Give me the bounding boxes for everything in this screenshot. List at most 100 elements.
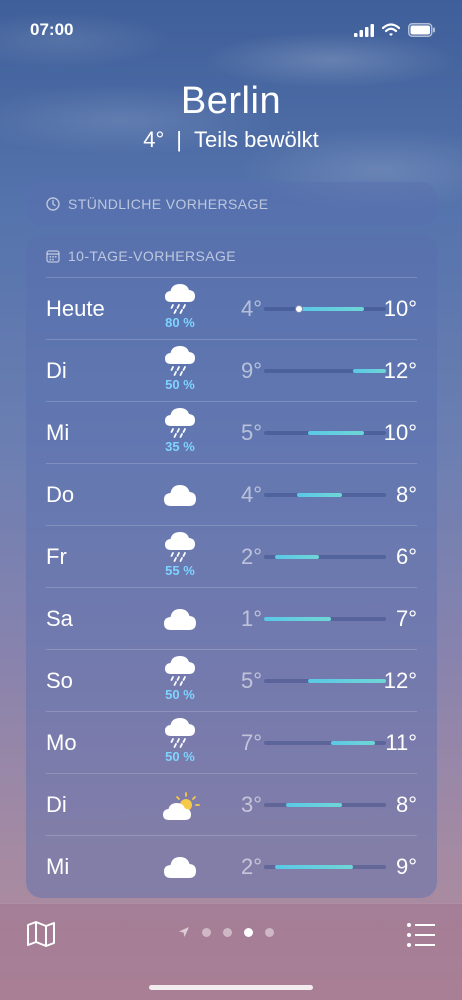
ten-day-forecast-card: 10-TAGE-VORHERSAGE Heute 80 % 4° 10° Di 50 % 9… [26, 234, 437, 898]
forecast-high: 10° [383, 296, 417, 321]
forecast-day: Heute [46, 296, 105, 321]
forecast-high: 8° [395, 482, 417, 507]
page-dot[interactable] [223, 927, 232, 937]
page-dot[interactable] [244, 927, 253, 937]
forecast-icon-cell [156, 464, 204, 526]
status-bar: 07:00 [0, 0, 462, 60]
forecast-list: Heute 80 % 4° 10° Di 50 % 9° 12° Mi 35 % 5° 10° Do 4°… [46, 278, 417, 898]
current-condition: Teils bewölkt [194, 127, 319, 152]
temperature-range-fill [275, 865, 353, 869]
forecast-icon-cell: 50 % [156, 340, 204, 402]
temperature-range-fill [330, 741, 375, 745]
forecast-icon-cell [156, 774, 204, 836]
status-icons [354, 23, 436, 37]
temperature-range-bar [264, 803, 386, 807]
forecast-day: Di [46, 358, 67, 383]
precipitation-chance: 50 % [165, 687, 195, 702]
cellular-signal-icon [354, 23, 374, 37]
page-indicator[interactable] [178, 926, 274, 938]
forecast-day: Mi [46, 420, 70, 445]
temperature-range-fill [308, 679, 386, 683]
temperature-range-fill [308, 431, 364, 435]
forecast-high: 8° [395, 792, 417, 817]
forecast-high: 10° [383, 420, 417, 445]
precipitation-chance: 50 % [165, 377, 195, 392]
battery-icon [408, 23, 435, 37]
forecast-day: Di [46, 792, 67, 817]
forecast-low: 5° [240, 668, 262, 693]
city-name: Berlin [180, 80, 282, 122]
forecast-low: 3° [240, 792, 262, 817]
forecast-icon-cell: 55 % [156, 526, 204, 588]
forecast-row[interactable]: Mi 35 % 5° 10° [46, 402, 417, 464]
forecast-row[interactable]: So 50 % 5° 12° [46, 650, 417, 712]
forecast-row[interactable]: Mi 2° 9° [46, 836, 417, 898]
forecast-low: 9° [240, 358, 262, 383]
forecast-low: 5° [240, 420, 262, 445]
list-icon[interactable] [406, 922, 436, 948]
temperature-range-fill [275, 555, 320, 559]
forecast-row[interactable]: Mo 50 % 7° 11° [46, 712, 417, 774]
forecast-day: Mi [46, 854, 70, 879]
forecast-low: 4° [240, 296, 262, 321]
forecast-row[interactable]: Fr 55 % 2° 6° [46, 526, 417, 588]
forecast-day: Fr [46, 544, 67, 569]
precipitation-chance: 35 % [165, 439, 195, 454]
forecast-row[interactable]: Sa 1° 7° [46, 588, 417, 650]
temperature-range-bar [264, 555, 386, 559]
temperature-range-fill [297, 493, 342, 497]
forecast-low: 1° [240, 606, 262, 631]
forecast-low: 4° [240, 482, 262, 507]
forecast-icon-cell: 50 % [156, 650, 204, 712]
forecast-icon-cell [156, 836, 204, 898]
temperature-range-bar [264, 865, 386, 869]
current-temperature-dot [295, 305, 304, 313]
forecast-day: Do [46, 482, 75, 507]
forecast-row[interactable]: Heute 80 % 4° 10° [46, 278, 417, 340]
forecast-row[interactable]: Do 4° 8° [46, 464, 417, 526]
wifi-icon [382, 23, 400, 36]
forecast-row[interactable]: Di 50 % 9° 12° [46, 340, 417, 402]
forecast-day: Mo [46, 730, 77, 755]
temperature-range-fill [297, 307, 364, 311]
temperature-range-bar [264, 431, 386, 435]
page-dot[interactable] [265, 927, 274, 937]
hourly-forecast-card[interactable]: STÜNDLICHE VORHERSAGE [26, 182, 437, 226]
forecast-row[interactable]: Di 3° 8° [46, 774, 417, 836]
forecast-icon-cell [156, 588, 204, 650]
page-dot[interactable] [202, 927, 211, 937]
page-dots [202, 927, 274, 937]
forecast-high: 7° [395, 606, 417, 631]
forecast-icon-cell: 50 % [156, 712, 204, 774]
map-icon[interactable] [26, 920, 56, 948]
status-time: 07:00 [30, 20, 74, 39]
temperature-range-bar [264, 679, 386, 683]
temperature-range-fill [286, 803, 342, 807]
ten-day-forecast-header: 10-TAGE-VORHERSAGE [46, 234, 417, 278]
hourly-forecast-title: STÜNDLICHE VORHERSAGE [46, 196, 269, 212]
location-arrow-icon [179, 927, 189, 937]
temperature-range-bar [264, 369, 386, 373]
forecast-high: 11° [385, 730, 417, 755]
bottom-toolbar [0, 903, 462, 1000]
clock-icon [46, 197, 60, 211]
forecast-low: 7° [240, 730, 262, 755]
calendar-icon [46, 249, 60, 263]
temperature-range-bar [264, 617, 386, 621]
forecast-high: 6° [395, 544, 417, 569]
current-temperature: 4° [143, 127, 165, 152]
forecast-high: 12° [383, 358, 417, 383]
forecast-icon-cell: 35 % [156, 402, 204, 464]
forecast-low: 2° [240, 544, 262, 569]
forecast-high: 9° [395, 854, 417, 879]
forecast-icon-cell: 80 % [156, 278, 204, 340]
precipitation-chance: 50 % [165, 749, 195, 764]
separator: | [176, 127, 183, 152]
hourly-forecast-label: STÜNDLICHE VORHERSAGE [68, 196, 269, 212]
temperature-range-bar [264, 305, 386, 313]
home-indicator[interactable] [149, 985, 313, 990]
current-weather-header: Berlin 4° | Teils bewölkt [0, 80, 462, 153]
precipitation-chance: 80 % [165, 315, 195, 330]
temperature-range-bar [264, 493, 386, 497]
temperature-range-fill [352, 369, 386, 373]
